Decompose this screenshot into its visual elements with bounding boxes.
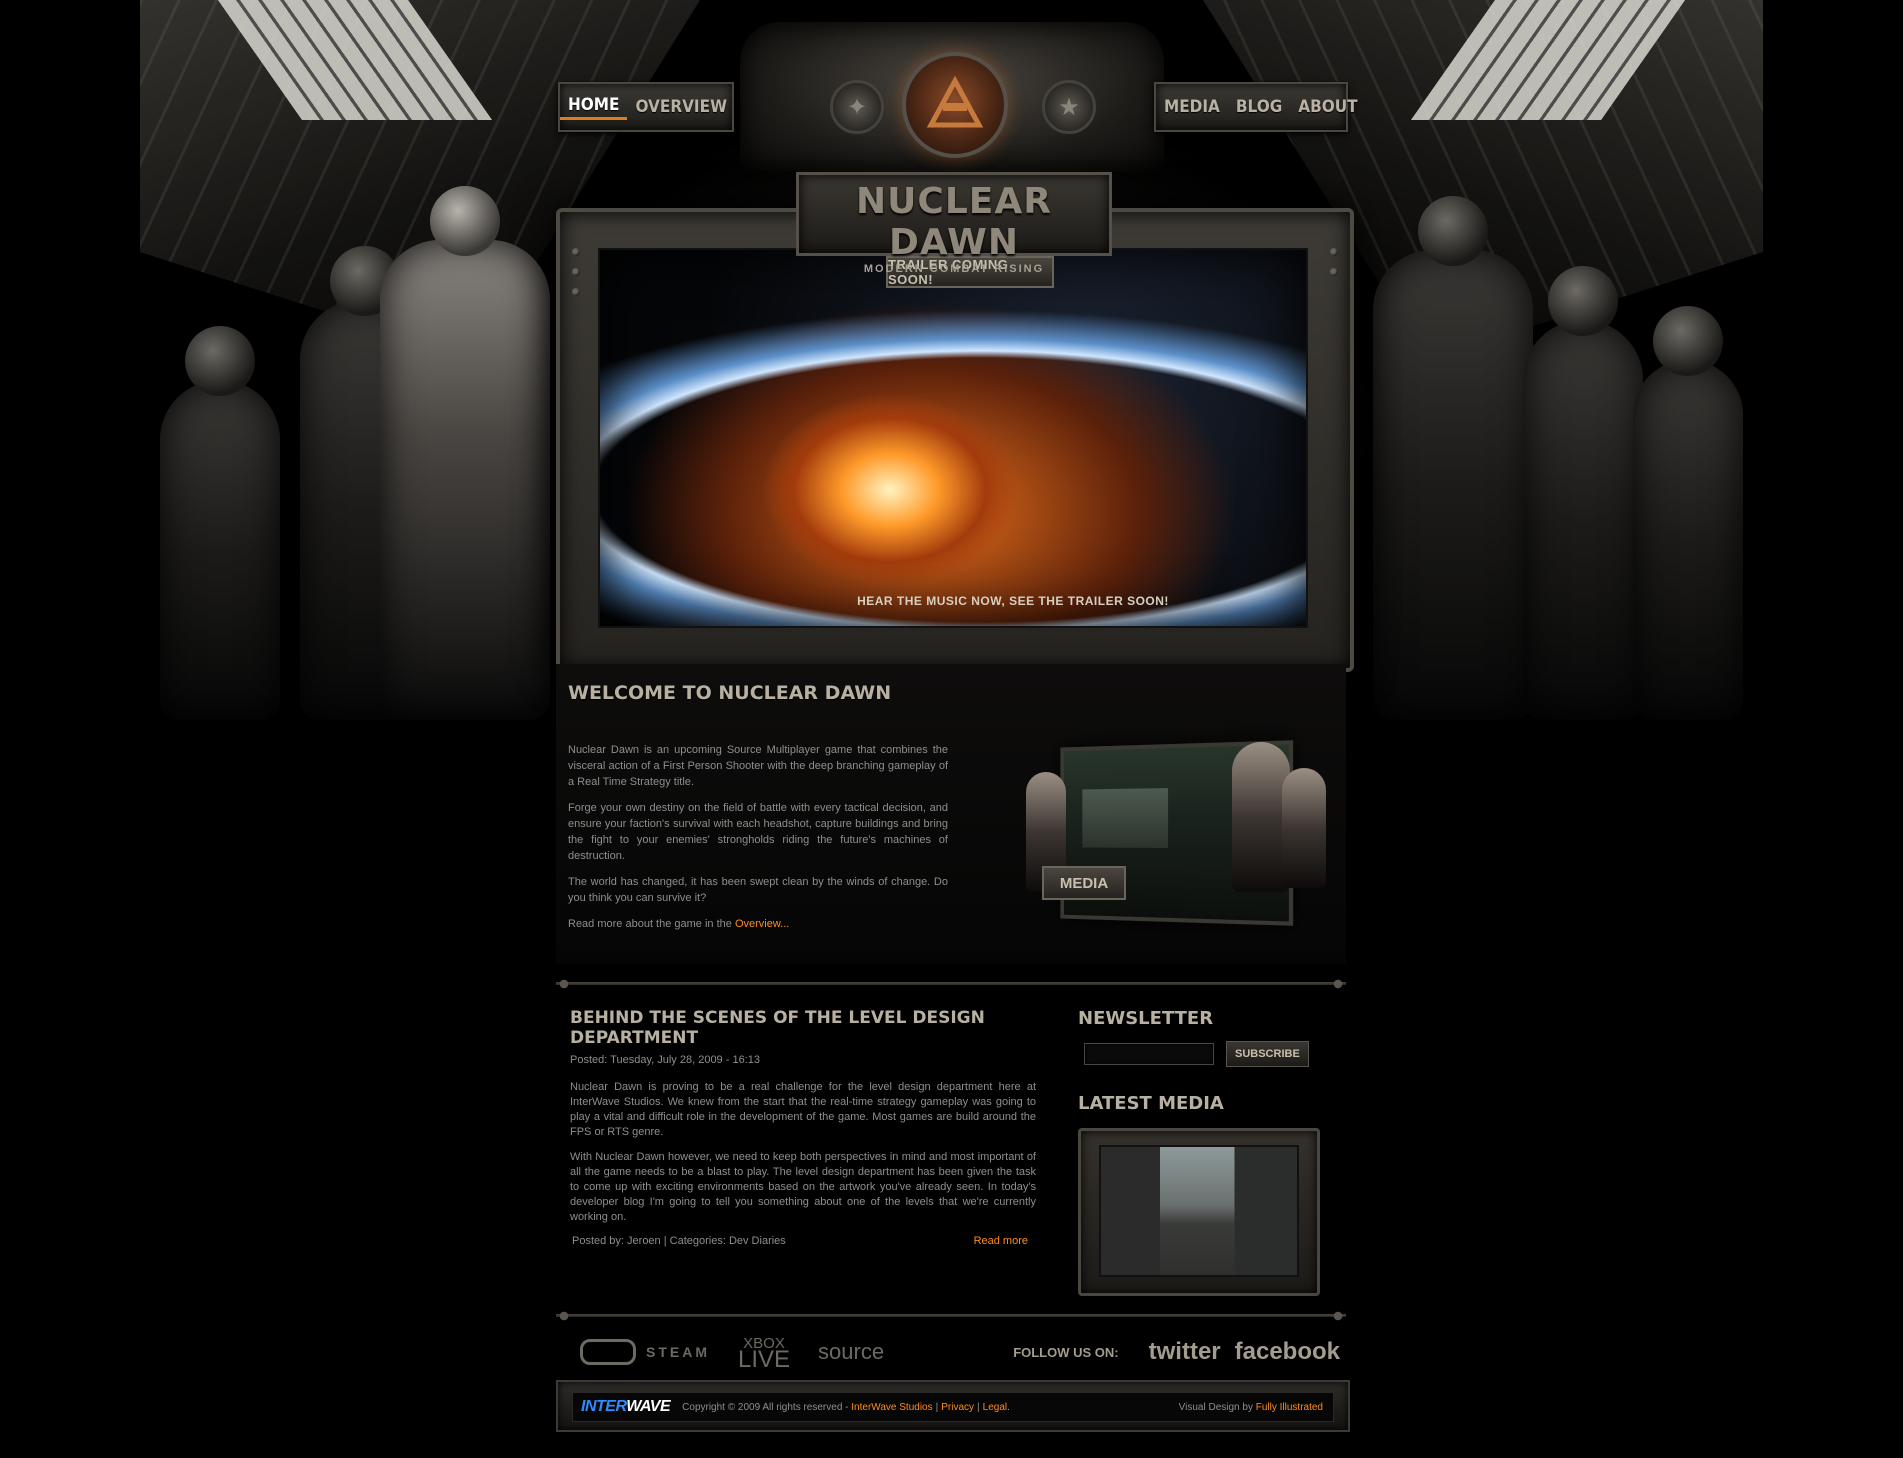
main-nav-right: MEDIA BLOG ABOUT: [1154, 82, 1358, 132]
nav-about[interactable]: ABOUT: [1290, 97, 1365, 117]
newsletter-form: SUBSCRIBE: [1084, 1041, 1318, 1067]
faction-emblem-icon: [902, 52, 1008, 158]
twitter-link[interactable]: twitter: [1149, 1338, 1221, 1366]
period: .: [1007, 1401, 1010, 1413]
blog-post: BEHIND THE SCENES OF THE LEVEL DESIGN DE…: [570, 1008, 1036, 1247]
blog-paragraph: With Nuclear Dawn however, we need to ke…: [570, 1151, 1036, 1223]
nav-blog[interactable]: BLOG: [1228, 97, 1290, 117]
logo-subtitle: MODERN COMBAT RISING: [863, 263, 1045, 275]
newsletter-email-input[interactable]: [1084, 1043, 1214, 1065]
hero-video-screen[interactable]: TRAILER COMING SOON! HEAR THE MUSIC NOW,…: [598, 248, 1308, 628]
media-label: MEDIA: [1042, 866, 1126, 900]
platform-logos: STEAM XBOX LIVE source FOLLOW US ON: twi…: [580, 1330, 1340, 1374]
separator: |: [977, 1401, 980, 1413]
soldiers-right-artwork: [1363, 196, 1783, 720]
footer-bar: INTERWAVE Copyright © 2009 All rights re…: [572, 1392, 1334, 1422]
blog-date: Posted: Tuesday, July 28, 2009 - 16:13: [570, 1054, 760, 1066]
hero-caption: HEAR THE MUSIC NOW, SEE THE TRAILER SOON…: [857, 594, 1169, 608]
blog-title[interactable]: BEHIND THE SCENES OF THE LEVEL DESIGN DE…: [570, 1008, 1036, 1048]
interwave-logo[interactable]: INTERWAVE: [581, 1398, 671, 1416]
privacy-link[interactable]: Privacy: [941, 1402, 974, 1413]
site-logo[interactable]: NUCLEAR DAWN MODERN COMBAT RISING: [796, 172, 1112, 275]
sidebar: NEWSLETTER SUBSCRIBE LATEST MEDIA: [1078, 1008, 1320, 1296]
subscribe-button[interactable]: SUBSCRIBE: [1226, 1041, 1309, 1067]
design-prefix: Visual Design by: [1178, 1401, 1253, 1413]
separator: |: [935, 1401, 939, 1413]
nav-overview[interactable]: OVERVIEW: [627, 97, 734, 117]
section-divider: [556, 978, 1346, 990]
media-tile[interactable]: MEDIA: [996, 732, 1336, 932]
blog-body: Nuclear Dawn is proving to be a real cha…: [570, 1080, 1036, 1225]
blog-meta-text: Posted by: Jeroen | Categories: Dev Diar…: [572, 1235, 786, 1247]
soldiers-left-artwork: [150, 186, 570, 720]
follow-us-label: FOLLOW US ON:: [1013, 1344, 1119, 1360]
interwave-studios-link[interactable]: InterWave Studios: [851, 1402, 932, 1413]
fully-illustrated-link[interactable]: Fully Illustrated: [1256, 1402, 1323, 1413]
wings-medal-icon: ✦: [830, 80, 884, 134]
nav-media[interactable]: MEDIA: [1156, 97, 1228, 117]
legal-link[interactable]: Legal: [983, 1402, 1007, 1413]
newsletter-title: NEWSLETTER: [1078, 1008, 1214, 1029]
main-nav-left: HOME OVERVIEW: [558, 82, 734, 132]
source-logo[interactable]: source: [818, 1339, 884, 1365]
welcome-section: WELCOME TO NUCLEAR DAWN Nuclear Dawn is …: [556, 664, 1346, 964]
facebook-link[interactable]: facebook: [1235, 1338, 1340, 1366]
blog-readmore-link[interactable]: Read more: [974, 1235, 1028, 1247]
steam-icon: [580, 1339, 636, 1365]
overview-link[interactable]: Overview...: [735, 918, 789, 930]
latest-media-thumbnail: [1099, 1145, 1299, 1277]
welcome-text: Nuclear Dawn is an upcoming Source Multi…: [568, 742, 948, 942]
media-soldier-art: [1282, 768, 1326, 888]
nav-home[interactable]: HOME: [560, 95, 628, 120]
hero-frame: TRAILER COMING SOON! HEAR THE MUSIC NOW,…: [556, 208, 1354, 672]
footer: INTERWAVE Copyright © 2009 All rights re…: [556, 1380, 1350, 1432]
copyright-text: Copyright © 2009 All rights reserved -: [682, 1401, 849, 1413]
logo-title: NUCLEAR DAWN: [856, 181, 1052, 263]
interwave-logo-part: WAVE: [626, 1398, 671, 1415]
welcome-paragraph: The world has changed, it has been swept…: [568, 876, 948, 904]
visual-design-credit: Visual Design by Fully Illustrated: [1179, 1402, 1323, 1413]
star-medal-icon: ★: [1042, 80, 1096, 134]
section-divider: [556, 1310, 1346, 1322]
latest-media-frame[interactable]: [1078, 1128, 1320, 1296]
readmore-prefix: Read more about the game in the: [568, 918, 732, 930]
welcome-paragraph: Nuclear Dawn is an upcoming Source Multi…: [568, 744, 948, 788]
blog-meta: Posted by: Jeroen | Categories: Dev Diar…: [570, 1235, 1036, 1247]
steam-logo[interactable]: STEAM: [580, 1339, 710, 1365]
live-label: LIVE: [738, 1346, 791, 1373]
page: ✦ ★ HOME OVERVIEW MEDIA BLOG ABOUT TRAIL…: [0, 0, 1903, 1458]
blog-paragraph: Nuclear Dawn is proving to be a real cha…: [570, 1081, 1036, 1138]
xbox-live-logo[interactable]: XBOX LIVE: [738, 1336, 791, 1373]
steam-label: STEAM: [646, 1344, 710, 1360]
latest-media-title: LATEST MEDIA: [1078, 1093, 1224, 1114]
welcome-readmore: Read more about the game in the Overview…: [568, 916, 948, 932]
interwave-logo-part: INTER: [581, 1398, 627, 1415]
welcome-heading: WELCOME TO NUCLEAR DAWN: [568, 682, 892, 704]
welcome-paragraph: Forge your own destiny on the field of b…: [568, 802, 948, 862]
source-label: source: [818, 1339, 885, 1364]
